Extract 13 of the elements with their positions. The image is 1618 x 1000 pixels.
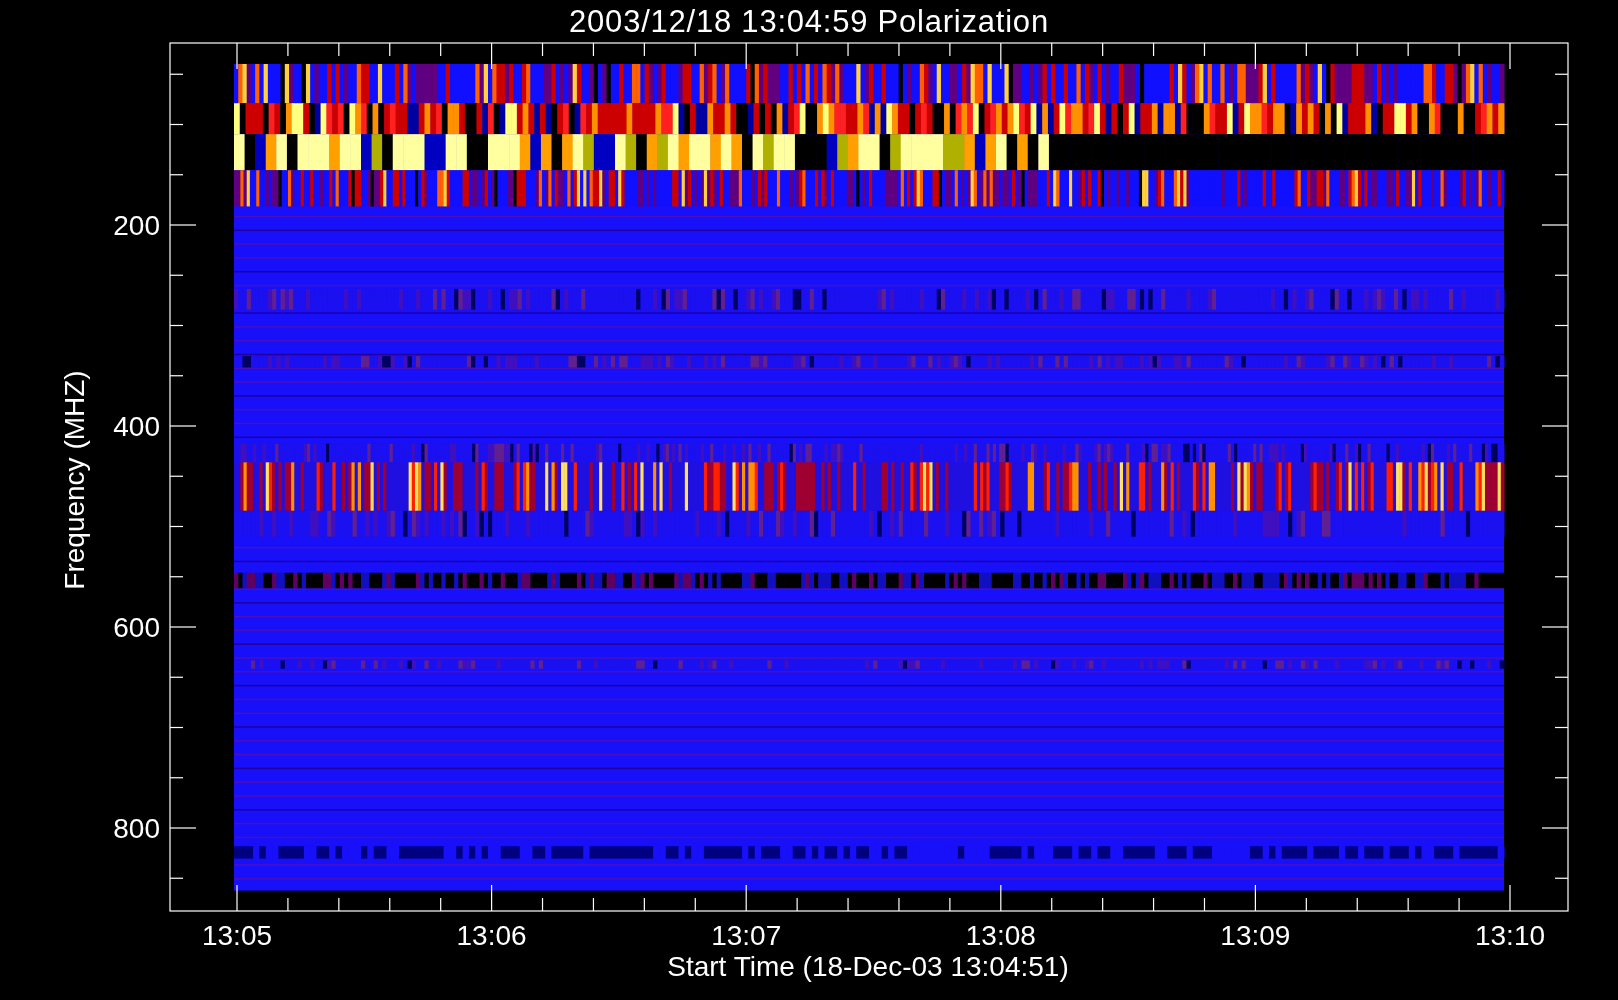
y-tick-label: 600 [113, 612, 160, 643]
y-axis-label: Frequency (MHZ) [59, 370, 90, 590]
x-tick-label: 13:09 [1220, 920, 1291, 951]
x-tick-label: 13:06 [456, 920, 527, 951]
x-axis-label: Start Time (18-Dec-03 13:04:51) [667, 951, 1069, 982]
x-tick-label: 13:08 [965, 920, 1036, 951]
x-tick-label: 13:10 [1474, 920, 1546, 951]
plot-title: 2003/12/18 13:04:59 Polarization [569, 5, 1049, 37]
x-tick-label: 13:07 [711, 920, 782, 951]
y-tick-label: 400 [113, 411, 160, 442]
y-tick-label: 200 [113, 210, 160, 241]
x-tick-label: 13:05 [201, 920, 273, 951]
y-tick-label: 800 [113, 813, 160, 844]
